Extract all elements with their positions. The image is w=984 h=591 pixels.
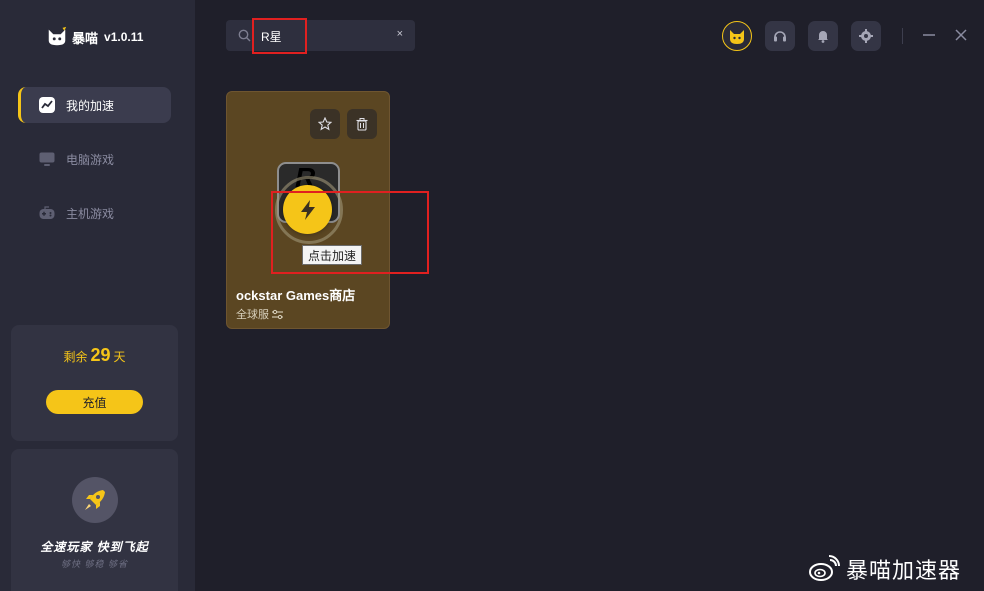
rocket-badge (72, 477, 118, 523)
star-icon (318, 117, 332, 131)
region-label: 全球服 (236, 309, 269, 321)
sidebar-item-label: 我的加速 (66, 98, 115, 113)
watermark-text: 暴喵加速器 (846, 558, 962, 583)
search-icon (238, 29, 251, 42)
sidebar: 暴喵 v1.0.11 我的加速 电脑游戏 主机游戏 剩余 29 天 充值 全速玩… (0, 0, 195, 591)
support-button[interactable] (765, 21, 795, 51)
lightning-icon (300, 199, 315, 220)
recharge-button[interactable]: 充值 (46, 390, 143, 414)
vip-days-suffix: 天 (113, 350, 126, 364)
sidebar-item-console-games[interactable]: 主机游戏 (18, 195, 171, 231)
notifications-button[interactable] (808, 21, 838, 51)
promo-subtitle: 够快 够稳 够省 (60, 559, 128, 569)
sidebar-item-pc-games[interactable]: 电脑游戏 (18, 141, 171, 177)
game-card[interactable]: R 点击加速 ockstar Games商店 全球服 (226, 91, 390, 329)
minimize-icon[interactable] (920, 26, 938, 44)
weibo-icon (809, 555, 840, 581)
app-name: 暴喵 (72, 30, 99, 46)
gear-icon (859, 29, 873, 43)
headset-icon (774, 31, 786, 42)
promo-title: 全速玩家 快到飞起 (40, 540, 149, 554)
chart-icon (39, 97, 55, 113)
header-actions (722, 21, 881, 51)
app-logo: 暴喵 v1.0.11 (46, 26, 143, 48)
search-input[interactable]: R星 (261, 28, 282, 45)
vip-days-remaining: 剩余 29 天 (11, 345, 178, 366)
rocket-icon (85, 490, 105, 510)
vip-days-prefix: 剩余 (63, 350, 88, 364)
bell-icon (818, 31, 828, 43)
avatar[interactable] (722, 21, 752, 51)
vip-card: 剩余 29 天 充值 (11, 325, 178, 441)
promo-card: 全速玩家 快到飞起 够快 够稳 够省 (11, 449, 178, 591)
window-divider (902, 28, 903, 44)
gamepad-icon (39, 206, 55, 219)
sidebar-item-my-boost[interactable]: 我的加速 (18, 87, 171, 123)
watermark: 暴喵加速器 (808, 553, 961, 585)
boost-button[interactable] (283, 185, 332, 234)
trash-icon (356, 118, 368, 131)
app-version: v1.0.11 (104, 30, 144, 44)
monitor-icon (39, 152, 55, 166)
close-icon[interactable] (952, 26, 970, 44)
sidebar-item-label: 主机游戏 (66, 206, 115, 221)
boost-tooltip: 点击加速 (302, 245, 363, 265)
vip-days-number: 29 (90, 345, 111, 365)
game-title: ockstar Games商店 (236, 288, 356, 303)
settings-button[interactable] (851, 21, 881, 51)
delete-button[interactable] (347, 109, 377, 139)
sidebar-item-label: 电脑游戏 (66, 152, 115, 167)
clear-search-button[interactable]: × (397, 28, 403, 40)
avatar-icon (730, 30, 744, 44)
region-selector[interactable]: 全球服 (236, 306, 284, 322)
cat-logo-icon (48, 26, 67, 46)
search-box[interactable]: R星 × (226, 20, 415, 51)
sliders-icon (272, 309, 283, 319)
favorite-button[interactable] (310, 109, 340, 139)
